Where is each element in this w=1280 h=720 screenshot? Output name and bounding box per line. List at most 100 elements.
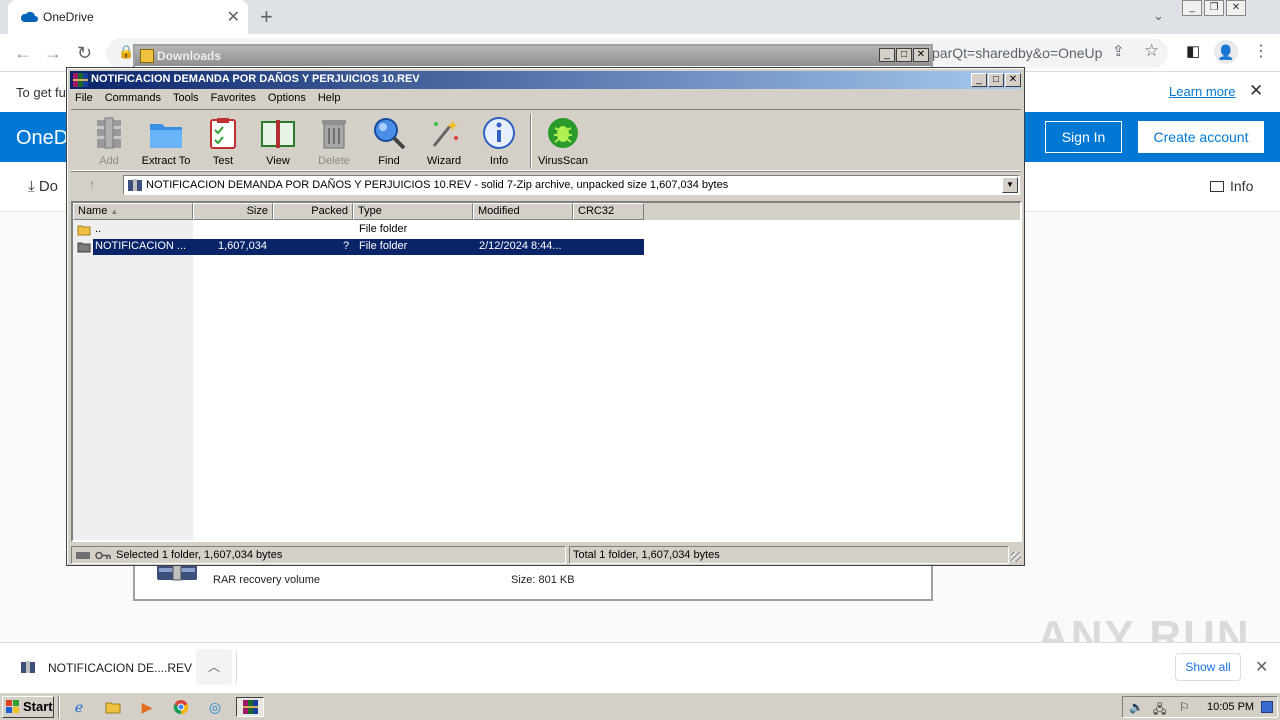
maximize-button[interactable]: ❐ bbox=[1204, 0, 1224, 16]
volume-icon[interactable]: 🔈 bbox=[1129, 700, 1144, 714]
network-icon[interactable]: 🖧 bbox=[1153, 700, 1166, 720]
table-row-parent[interactable]: .. File folder bbox=[73, 222, 644, 238]
winrar-close-button[interactable]: ✕ bbox=[1005, 73, 1021, 87]
column-header-size[interactable]: Size bbox=[193, 203, 273, 220]
sort-ascending-icon: ▲ bbox=[110, 207, 119, 216]
close-window-button[interactable]: ✕ bbox=[1226, 0, 1246, 16]
column-name-label: Name bbox=[78, 205, 108, 217]
bookmark-star-icon[interactable]: ☆ bbox=[1144, 41, 1159, 61]
column-header-modified[interactable]: Modified bbox=[473, 203, 573, 220]
menu-favorites[interactable]: Favorites bbox=[206, 90, 263, 104]
find-magnifier-icon bbox=[374, 118, 406, 150]
column-header-crc32[interactable]: CRC32 bbox=[573, 203, 644, 220]
folder-icon bbox=[140, 49, 154, 63]
find-button[interactable]: Find bbox=[359, 116, 419, 167]
virusscan-label: VirusScan bbox=[538, 155, 588, 167]
explorer-titlebar: Downloads _ □ ✕ bbox=[135, 46, 931, 66]
start-button[interactable]: Start bbox=[2, 696, 54, 718]
download-shelf: NOTIFICACION DE....REV ︿ Show all ✕ bbox=[0, 642, 1280, 692]
menu-commands[interactable]: Commands bbox=[100, 90, 168, 104]
menu-file[interactable]: File bbox=[70, 90, 100, 104]
share-icon[interactable]: ⇪ bbox=[1112, 42, 1125, 60]
download-label: Do bbox=[38, 178, 58, 195]
resize-grip[interactable] bbox=[1011, 552, 1021, 562]
view-button[interactable]: View bbox=[248, 116, 308, 167]
profile-avatar-icon[interactable]: 👤 bbox=[1214, 40, 1238, 64]
tab-onedrive[interactable]: OneDrive ✕ bbox=[8, 0, 248, 34]
winrar-taskbar-icon[interactable] bbox=[236, 697, 264, 717]
onedrive-brand[interactable]: OneD bbox=[16, 127, 68, 150]
find-label: Find bbox=[378, 155, 400, 167]
show-all-button[interactable]: Show all bbox=[1175, 653, 1241, 681]
chrome-menu-icon[interactable]: ⋮ bbox=[1253, 41, 1269, 61]
shelf-divider bbox=[236, 651, 237, 683]
dropdown-arrow-icon[interactable]: ▼ bbox=[1002, 177, 1018, 193]
path-bar: ↑ NOTIFICACION DEMANDA POR DAÑOS Y PERJU… bbox=[71, 173, 1021, 197]
tab-close-icon[interactable]: ✕ bbox=[227, 7, 240, 27]
minimize-button[interactable]: _ bbox=[1182, 0, 1202, 16]
new-tab-button[interactable]: + bbox=[260, 4, 273, 30]
delete-button[interactable]: Delete bbox=[304, 116, 364, 167]
window-controls: _ ❐ ✕ bbox=[1182, 0, 1246, 18]
winrar-maximize-button[interactable]: □ bbox=[988, 73, 1004, 87]
info-command[interactable]: Info bbox=[1210, 178, 1253, 194]
winrar-app-icon bbox=[73, 73, 88, 87]
notice-text: To get fu bbox=[16, 85, 66, 100]
column-header-packed[interactable]: Packed bbox=[273, 203, 353, 220]
column-header-type[interactable]: Type bbox=[353, 203, 473, 220]
download-command[interactable]: ⤓ Do bbox=[28, 178, 58, 195]
status-right-panel: Total 1 folder, 1,607,034 bytes bbox=[569, 546, 1009, 564]
create-account-button[interactable]: Create account bbox=[1138, 121, 1264, 153]
up-arrow-icon[interactable]: ↑ bbox=[77, 176, 107, 194]
explorer-minimize-button[interactable]: _ bbox=[879, 48, 895, 62]
menu-tools[interactable]: Tools bbox=[168, 90, 206, 104]
shelf-close-icon[interactable]: ✕ bbox=[1255, 657, 1268, 677]
delete-label: Delete bbox=[318, 155, 350, 167]
internet-explorer-icon[interactable]: ℯ bbox=[68, 697, 90, 717]
download-item-name[interactable]: NOTIFICACION DE....REV bbox=[48, 661, 192, 675]
windows-taskbar: Start ℯ ▶ ◎ 🔈 🖧 ⚐ 10:05 PM bbox=[0, 692, 1280, 720]
parent-folder-icon bbox=[77, 225, 91, 236]
explorer-maximize-button[interactable]: □ bbox=[896, 48, 912, 62]
edge-icon[interactable]: ◎ bbox=[204, 697, 226, 717]
add-label: Add bbox=[99, 155, 119, 167]
show-desktop-icon[interactable] bbox=[1261, 701, 1273, 713]
toolbar-separator bbox=[530, 114, 532, 168]
browser-tabstrip: OneDrive ✕ + ⌄ _ ❐ ✕ bbox=[0, 0, 1280, 34]
table-row-selected[interactable]: NOTIFICACION ... 1,607,034 ? File folder… bbox=[73, 239, 644, 255]
explorer-close-button[interactable]: ✕ bbox=[913, 48, 929, 62]
folder-icon bbox=[77, 242, 91, 253]
tab-title: OneDrive bbox=[43, 10, 94, 24]
taskbar-divider bbox=[58, 696, 60, 718]
row-modified: 2/12/2024 8:44... bbox=[479, 240, 562, 252]
winrar-window: NOTIFICACION DEMANDA POR DAÑOS Y PERJUIC… bbox=[66, 67, 1025, 566]
wizard-button[interactable]: Wizard bbox=[414, 116, 474, 167]
menu-help[interactable]: Help bbox=[313, 90, 348, 104]
column-header-name[interactable]: Name ▲ bbox=[73, 203, 193, 220]
media-player-icon[interactable]: ▶ bbox=[136, 697, 158, 717]
url-text: parQt=sharedby&o=OneUp bbox=[932, 45, 1103, 61]
action-center-flag-icon[interactable]: ⚐ bbox=[1179, 700, 1190, 714]
learn-more-link[interactable]: Learn more bbox=[1169, 84, 1235, 99]
file-explorer-icon[interactable] bbox=[102, 697, 124, 717]
tab-search-chevron-icon[interactable]: ⌄ bbox=[1153, 8, 1164, 24]
test-button[interactable]: Test bbox=[193, 116, 253, 167]
menu-options[interactable]: Options bbox=[263, 90, 313, 104]
extract-to-button[interactable]: Extract To bbox=[136, 116, 196, 167]
lock-icon[interactable]: 🔒 bbox=[118, 44, 134, 60]
forward-arrow-icon[interactable]: → bbox=[44, 43, 62, 64]
chrome-icon[interactable] bbox=[170, 697, 192, 717]
reload-icon[interactable]: ↻ bbox=[77, 43, 92, 64]
archive-path-combobox[interactable]: NOTIFICACION DEMANDA POR DAÑOS Y PERJUIC… bbox=[123, 175, 1020, 195]
chevron-up-icon[interactable]: ︿ bbox=[196, 649, 232, 685]
winrar-minimize-button[interactable]: _ bbox=[971, 73, 987, 87]
info-button[interactable]: Info bbox=[469, 116, 529, 167]
archive-icon bbox=[128, 179, 142, 191]
row-type: File folder bbox=[359, 223, 408, 235]
back-arrow-icon[interactable]: ← bbox=[14, 43, 32, 64]
sign-in-button[interactable]: Sign In bbox=[1045, 121, 1122, 153]
side-panel-icon[interactable]: ◧ bbox=[1186, 42, 1200, 60]
notice-close-icon[interactable]: ✕ bbox=[1249, 81, 1263, 101]
add-button[interactable]: Add bbox=[79, 116, 139, 167]
virusscan-button[interactable]: VirusScan bbox=[533, 116, 593, 167]
